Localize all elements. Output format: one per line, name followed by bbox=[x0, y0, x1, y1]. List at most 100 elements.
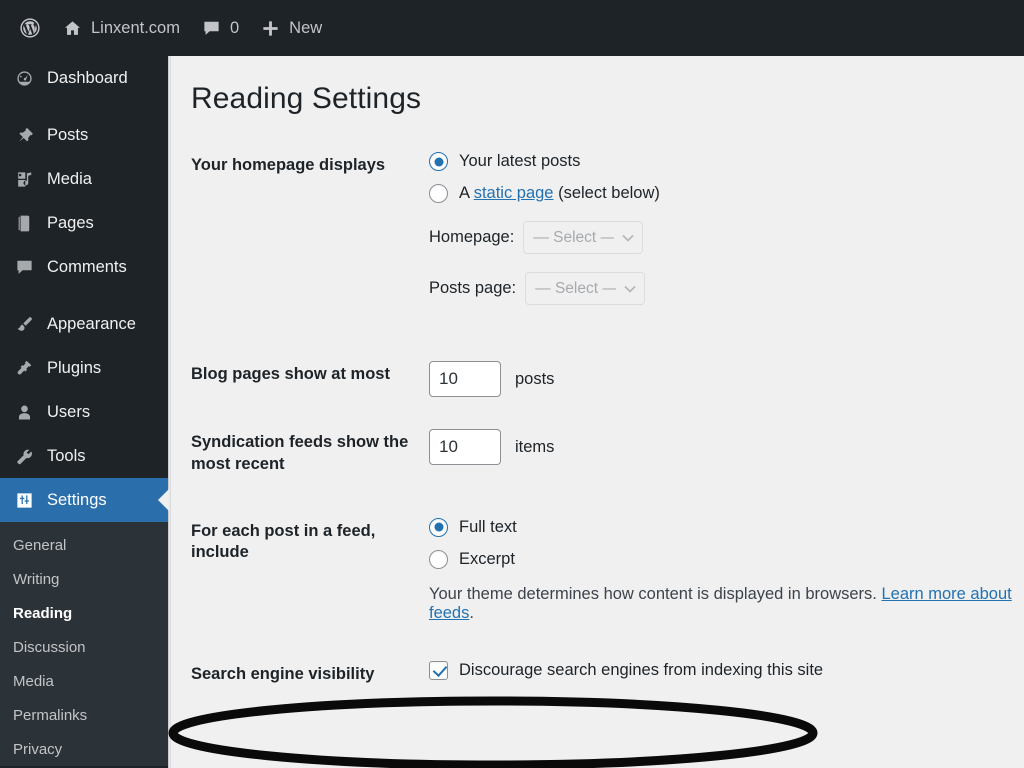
setting-label: Syndication feeds show the most recent bbox=[191, 433, 409, 473]
radio-static-page[interactable] bbox=[429, 184, 448, 203]
feed-note-suffix: . bbox=[469, 603, 474, 622]
new-content-label: New bbox=[289, 18, 323, 37]
user-icon bbox=[13, 403, 35, 422]
submenu-item-discussion[interactable]: Discussion bbox=[0, 630, 168, 664]
setting-row-feed-include: For each post in a feed, include Full te… bbox=[191, 517, 1024, 623]
setting-field: posts bbox=[429, 361, 1024, 397]
posts-page-select-wrap: — Select — bbox=[525, 272, 646, 305]
main-content: Reading Settings Your homepage displays … bbox=[171, 56, 1024, 768]
settings-sliders-icon bbox=[13, 491, 35, 510]
home-icon bbox=[63, 19, 82, 38]
blog-pages-input[interactable] bbox=[429, 361, 501, 397]
sidebar-item-pages[interactable]: Pages bbox=[0, 201, 168, 245]
sidebar-item-label: Media bbox=[47, 169, 92, 188]
submenu-item-reading[interactable]: Reading bbox=[0, 596, 168, 630]
static-page-link[interactable]: static page bbox=[474, 184, 554, 202]
new-content-menu[interactable]: New bbox=[250, 0, 333, 56]
sidebar-item-comments[interactable]: Comments bbox=[0, 245, 168, 289]
setting-row-syndication-feeds: Syndication feeds show the most recent i… bbox=[191, 429, 1024, 476]
static-page-suffix: (select below) bbox=[553, 184, 660, 202]
submenu-item-writing[interactable]: Writing bbox=[0, 562, 168, 596]
sidebar-content-divider bbox=[168, 56, 171, 768]
admin-bar: Linxent.com 0 New bbox=[0, 0, 1024, 56]
submenu-item-general[interactable]: General bbox=[0, 528, 168, 562]
comment-bubble-icon bbox=[202, 19, 221, 38]
sidebar-item-appearance[interactable]: Appearance bbox=[0, 302, 168, 346]
checkbox-option-discourage-search[interactable]: Discourage search engines from indexing … bbox=[429, 660, 1024, 680]
settings-submenu: General Writing Reading Discussion Media… bbox=[0, 522, 168, 766]
media-icon bbox=[13, 170, 35, 189]
plug-icon bbox=[13, 359, 35, 378]
site-name-label: Linxent.com bbox=[91, 18, 180, 37]
page-icon bbox=[13, 214, 35, 233]
radio-label-full-text: Full text bbox=[459, 517, 517, 536]
sidebar-item-posts[interactable]: Posts bbox=[0, 113, 168, 157]
wordpress-logo-icon bbox=[19, 17, 41, 39]
wrench-icon bbox=[13, 447, 35, 466]
paintbrush-icon bbox=[13, 315, 35, 334]
setting-field: Discourage search engines from indexing … bbox=[429, 660, 1024, 680]
sidebar-item-label: Settings bbox=[47, 490, 107, 509]
radio-option-full-text[interactable]: Full text bbox=[429, 517, 1024, 537]
radio-label-excerpt: Excerpt bbox=[459, 549, 515, 568]
feed-theme-note: Your theme determines how content is dis… bbox=[429, 585, 1024, 623]
comment-bubble-icon bbox=[13, 258, 35, 277]
wp-logo-menu[interactable] bbox=[8, 0, 52, 56]
sidebar-item-label: Comments bbox=[47, 257, 127, 276]
setting-field: Full text Excerpt Your theme determines … bbox=[429, 517, 1024, 623]
syndication-feeds-input[interactable] bbox=[429, 429, 501, 465]
posts-page-select-row: Posts page: — Select — bbox=[429, 272, 1024, 305]
setting-row-blog-pages: Blog pages show at most posts bbox=[191, 361, 1024, 397]
posts-page-select-label: Posts page: bbox=[429, 279, 517, 297]
radio-option-excerpt[interactable]: Excerpt bbox=[429, 549, 1024, 569]
comments-menu[interactable]: 0 bbox=[191, 0, 250, 56]
submenu-item-permalinks[interactable]: Permalinks bbox=[0, 698, 168, 732]
plus-icon bbox=[261, 19, 280, 38]
syndication-feeds-suffix: items bbox=[515, 437, 555, 456]
setting-field: items bbox=[429, 429, 1024, 465]
sidebar-item-users[interactable]: Users bbox=[0, 390, 168, 434]
feed-note-text: Your theme determines how content is dis… bbox=[429, 584, 882, 603]
setting-label: Search engine visibility bbox=[191, 664, 375, 683]
pin-icon bbox=[13, 126, 35, 145]
sidebar-item-plugins[interactable]: Plugins bbox=[0, 346, 168, 390]
site-name-menu[interactable]: Linxent.com bbox=[52, 0, 191, 56]
setting-row-search-visibility: Search engine visibility Discourage sear… bbox=[191, 660, 1024, 686]
page-title: Reading Settings bbox=[191, 82, 422, 115]
radio-full-text[interactable] bbox=[429, 517, 448, 537]
sidebar-item-label: Appearance bbox=[47, 314, 136, 333]
sidebar-item-settings[interactable]: Settings bbox=[0, 478, 168, 522]
sidebar-item-label: Posts bbox=[47, 125, 89, 144]
wordpress-admin-screen: Linxent.com 0 New Dashboard Posts Media … bbox=[0, 0, 1024, 768]
radio-latest-posts[interactable] bbox=[429, 152, 448, 171]
sidebar-item-label: Pages bbox=[47, 213, 94, 232]
radio-label-latest-posts: Your latest posts bbox=[459, 152, 581, 170]
sidebar-item-label: Tools bbox=[47, 446, 86, 465]
submenu-item-media[interactable]: Media bbox=[0, 664, 168, 698]
discourage-search-checkbox[interactable] bbox=[429, 660, 448, 680]
sidebar-item-media[interactable]: Media bbox=[0, 157, 168, 201]
homepage-select[interactable]: — Select — bbox=[523, 221, 644, 254]
blog-pages-suffix: posts bbox=[515, 369, 555, 388]
sidebar-item-label: Plugins bbox=[47, 358, 102, 377]
radio-option-latest-posts[interactable]: Your latest posts bbox=[429, 152, 1024, 171]
setting-field: Your latest posts A static page (select … bbox=[429, 152, 1024, 305]
posts-page-select[interactable]: — Select — bbox=[525, 272, 646, 305]
setting-label: Blog pages show at most bbox=[191, 365, 390, 383]
submenu-item-privacy[interactable]: Privacy bbox=[0, 732, 168, 766]
sidebar-item-tools[interactable]: Tools bbox=[0, 434, 168, 478]
discourage-search-label: Discourage search engines from indexing … bbox=[459, 660, 824, 679]
radio-excerpt[interactable] bbox=[429, 549, 448, 569]
comments-count: 0 bbox=[229, 18, 240, 37]
homepage-select-row: Homepage: — Select — bbox=[429, 221, 1024, 254]
sidebar-item-label: Dashboard bbox=[47, 68, 128, 87]
radio-label-static-page: A static page (select below) bbox=[459, 184, 660, 203]
homepage-select-wrap: — Select — bbox=[523, 221, 644, 254]
setting-label: Your homepage displays bbox=[191, 156, 386, 174]
admin-sidebar-menu: Dashboard Posts Media Pages Comments App… bbox=[0, 56, 168, 768]
radio-option-static-page[interactable]: A static page (select below) bbox=[429, 184, 1024, 203]
setting-label: For each post in a feed, include bbox=[191, 521, 376, 562]
sidebar-item-label: Users bbox=[47, 402, 91, 421]
sidebar-item-dashboard[interactable]: Dashboard bbox=[0, 56, 168, 100]
setting-row-homepage-displays: Your homepage displays Your latest posts… bbox=[191, 152, 1024, 305]
